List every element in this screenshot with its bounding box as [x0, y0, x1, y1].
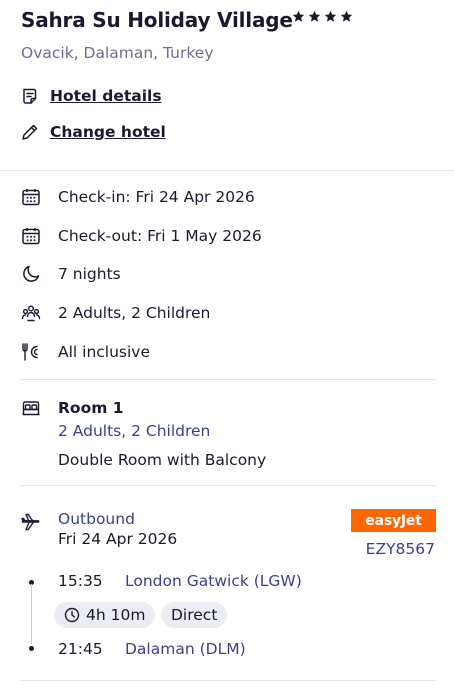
guests-row: 2 Adults, 2 Children [21, 303, 210, 323]
board-text: All inclusive [58, 343, 151, 361]
timeline-line [31, 584, 32, 644]
room-title: Room 1 [58, 399, 124, 417]
cutlery-icon [22, 343, 38, 361]
duration-text: 4h 10m [86, 606, 146, 624]
hotel-details-link[interactable]: Hotel details [21, 87, 162, 105]
star-icon [340, 10, 353, 22]
section-divider [21, 485, 435, 486]
room-occupancy: 2 Adults, 2 Children [58, 422, 211, 440]
departure-airport: London Gatwick (LGW) [125, 572, 302, 590]
star-rating [292, 10, 353, 23]
nights-row: 7 nights [21, 264, 121, 284]
guests-text: 2 Adults, 2 Children [58, 304, 211, 322]
arrival-time: 21:45 [58, 640, 103, 658]
departure-time: 15:35 [58, 572, 103, 590]
star-icon [324, 10, 337, 22]
check-out-text: Check-out: Fri 1 May 2026 [58, 227, 262, 245]
bed-icon [22, 401, 40, 416]
people-icon [21, 305, 41, 322]
hotel-name: Sahra Su Holiday Village [21, 8, 293, 32]
change-hotel-link[interactable]: Change hotel [21, 123, 166, 141]
change-hotel-label: Change hotel [50, 123, 166, 141]
check-in-row: Check-in: Fri 24 Apr 2026 [21, 187, 255, 207]
clock-icon [64, 607, 80, 623]
hotel-details-label: Hotel details [50, 87, 162, 105]
arrival-airport: Dalaman (DLM) [125, 640, 246, 658]
star-icon [292, 10, 305, 22]
moon-icon [23, 265, 40, 282]
pencil-icon [22, 124, 38, 140]
section-divider [0, 170, 454, 171]
star-icon [308, 10, 321, 22]
stops-text: Direct [171, 606, 218, 624]
calendar-icon [22, 189, 40, 206]
arrival-dot [29, 646, 34, 651]
hotel-location: Ovacik, Dalaman, Turkey [21, 44, 214, 62]
flight-number: EZY8567 [365, 540, 435, 558]
check-out-row: Check-out: Fri 1 May 2026 [21, 226, 262, 246]
section-divider [21, 680, 435, 681]
check-in-text: Check-in: Fri 24 Apr 2026 [58, 188, 255, 206]
calendar-icon [22, 228, 40, 245]
duration-pill: 4h 10m [54, 602, 156, 628]
room-type: Double Room with Balcony [58, 451, 267, 469]
flight-direction: Outbound [58, 510, 135, 528]
airline-logo: easyJet [351, 509, 436, 532]
document-icon [23, 88, 37, 104]
nights-text: 7 nights [58, 265, 121, 283]
flight-date: Fri 24 Apr 2026 [58, 530, 178, 548]
stops-pill: Direct [161, 602, 228, 628]
board-row: All inclusive [21, 342, 150, 362]
section-divider [21, 379, 435, 380]
plane-icon [21, 513, 40, 531]
